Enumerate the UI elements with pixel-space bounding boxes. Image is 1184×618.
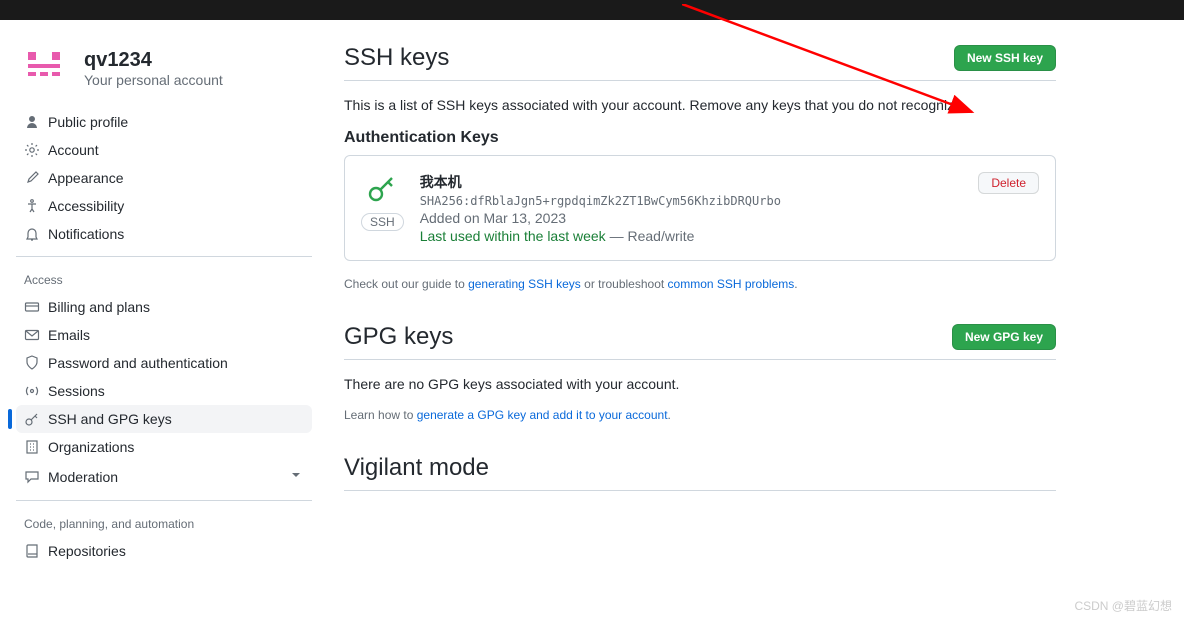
sidebar-item-label: Accessibility <box>48 198 304 214</box>
ssh-description: This is a list of SSH keys associated wi… <box>344 97 1056 113</box>
ssh-help-text: Check out our guide to generating SSH ke… <box>344 277 1056 291</box>
watermark: CSDN @碧蓝幻想 <box>1074 597 1172 614</box>
sidebar-item-label: Organizations <box>48 439 304 455</box>
sidebar-item-sessions[interactable]: Sessions <box>16 377 312 405</box>
sidebar-item-label: Billing and plans <box>48 299 304 315</box>
avatar <box>20 44 68 92</box>
key-icon <box>24 411 40 427</box>
gpg-description: There are no GPG keys associated with yo… <box>344 376 1056 392</box>
organization-icon <box>24 439 40 455</box>
ssh-key-added: Added on Mar 13, 2023 <box>420 210 979 226</box>
ssh-title: SSH keys <box>344 44 449 72</box>
sidebar-item-ssh-gpg[interactable]: SSH and GPG keys <box>16 405 312 433</box>
ssh-key-item: SSH 我本机 SHA256:dfRblaJgn5+rgpdqimZk2ZT1B… <box>344 155 1056 261</box>
credit-card-icon <box>24 299 40 315</box>
sidebar-item-label: Sessions <box>48 383 304 399</box>
sidebar-item-notifications[interactable]: Notifications <box>16 220 312 248</box>
key-icon <box>366 172 398 207</box>
generating-ssh-keys-link[interactable]: generating SSH keys <box>468 277 581 291</box>
sidebar-item-label: Password and authentication <box>48 355 304 371</box>
ssh-section-header: SSH keys New SSH key <box>344 44 1056 81</box>
new-ssh-key-button[interactable]: New SSH key <box>954 45 1056 71</box>
sidebar-item-label: Notifications <box>48 226 304 242</box>
sidebar-heading-access: Access <box>16 265 312 293</box>
ssh-key-access: Read/write <box>627 228 694 244</box>
sidebar-item-label: SSH and GPG keys <box>48 411 304 427</box>
vigilant-title: Vigilant mode <box>344 454 489 482</box>
sidebar-item-emails[interactable]: Emails <box>16 321 312 349</box>
gpg-title: GPG keys <box>344 323 453 351</box>
gear-icon <box>24 142 40 158</box>
sidebar-item-account[interactable]: Account <box>16 136 312 164</box>
sidebar-heading-code: Code, planning, and automation <box>16 509 312 537</box>
gpg-section-header: GPG keys New GPG key <box>344 323 1056 360</box>
sidebar-item-label: Emails <box>48 327 304 343</box>
broadcast-icon <box>24 383 40 399</box>
sidebar-item-label: Account <box>48 142 304 158</box>
shield-lock-icon <box>24 355 40 371</box>
vigilant-section-header: Vigilant mode <box>344 454 1056 491</box>
sidebar-item-repositories[interactable]: Repositories <box>16 537 312 565</box>
delete-ssh-key-button[interactable]: Delete <box>978 172 1039 194</box>
bell-icon <box>24 226 40 242</box>
mail-icon <box>24 327 40 343</box>
auth-keys-heading: Authentication Keys <box>344 129 1056 147</box>
paintbrush-icon <box>24 170 40 186</box>
separator: — <box>606 228 628 244</box>
user-header: qv1234 Your personal account <box>16 44 312 92</box>
sidebar-item-label: Repositories <box>48 543 304 559</box>
user-name: qv1234 <box>84 49 223 72</box>
sidebar-item-organizations[interactable]: Organizations <box>16 433 312 461</box>
ssh-key-fingerprint: SHA256:dfRblaJgn5+rgpdqimZk2ZT1BwCym56Kh… <box>420 194 979 208</box>
sidebar-item-password[interactable]: Password and authentication <box>16 349 312 377</box>
generate-gpg-key-link[interactable]: generate a GPG key and add it to your ac… <box>417 408 668 422</box>
new-gpg-key-button[interactable]: New GPG key <box>952 324 1056 350</box>
sidebar-item-accessibility[interactable]: Accessibility <box>16 192 312 220</box>
sidebar-item-billing[interactable]: Billing and plans <box>16 293 312 321</box>
main-content: Go to your personal profile SSH keys New… <box>312 20 1072 581</box>
accessibility-icon <box>24 198 40 214</box>
sidebar-item-label: Appearance <box>48 170 304 186</box>
comment-icon <box>24 469 40 485</box>
sidebar-item-appearance[interactable]: Appearance <box>16 164 312 192</box>
gpg-help-text: Learn how to generate a GPG key and add … <box>344 408 1056 422</box>
sidebar-item-label: Moderation <box>48 469 288 485</box>
ssh-key-last-used: Last used within the last week <box>420 228 606 244</box>
ssh-key-title: 我本机 <box>420 172 979 192</box>
chevron-down-icon <box>288 467 304 486</box>
sidebar-item-label: Public profile <box>48 114 304 130</box>
sidebar-item-public-profile[interactable]: Public profile <box>16 108 312 136</box>
repo-icon <box>24 543 40 559</box>
sidebar-item-moderation[interactable]: Moderation <box>16 461 312 492</box>
user-subtitle: Your personal account <box>84 72 223 88</box>
top-header-bar <box>0 0 1184 20</box>
ssh-badge: SSH <box>361 213 404 231</box>
sidebar: qv1234 Your personal account Public prof… <box>16 20 312 581</box>
person-icon <box>24 114 40 130</box>
common-ssh-problems-link[interactable]: common SSH problems <box>668 277 795 291</box>
